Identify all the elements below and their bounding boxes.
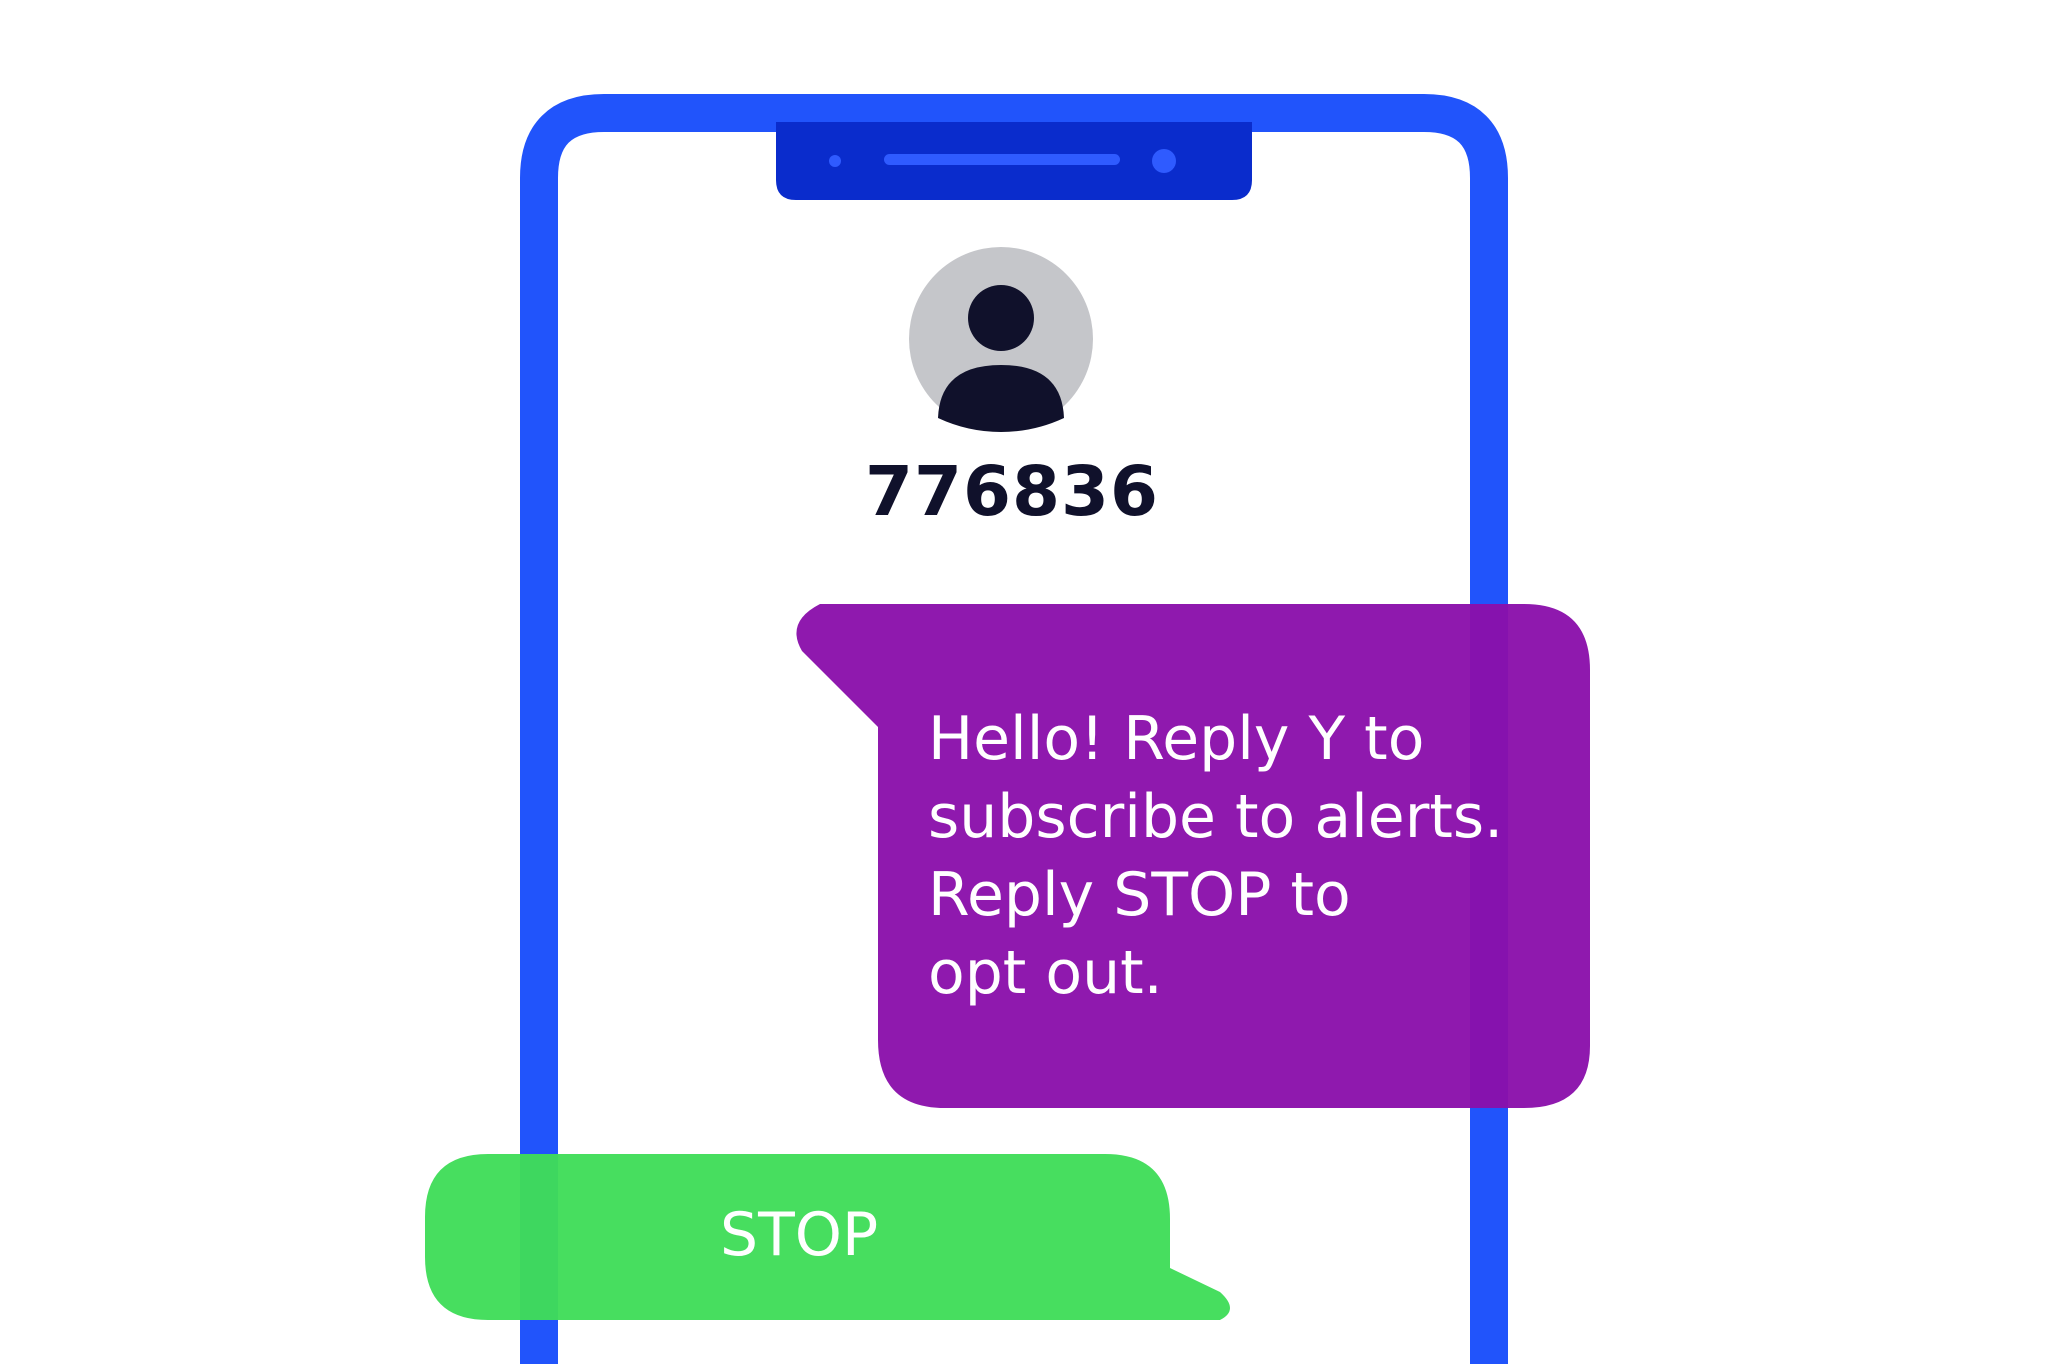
contact-name: 776836 bbox=[865, 452, 1160, 532]
front-camera bbox=[1152, 149, 1176, 173]
phone-notch bbox=[776, 122, 1252, 200]
sensor-dot bbox=[829, 155, 841, 167]
incoming-message-text: Hello! Reply Y to subscribe to alerts. R… bbox=[928, 704, 1504, 1008]
contact-avatar bbox=[909, 247, 1093, 432]
speaker-grille bbox=[884, 154, 1120, 165]
phone-illustration bbox=[425, 94, 1590, 1364]
outgoing-message-text: STOP bbox=[720, 1200, 879, 1270]
